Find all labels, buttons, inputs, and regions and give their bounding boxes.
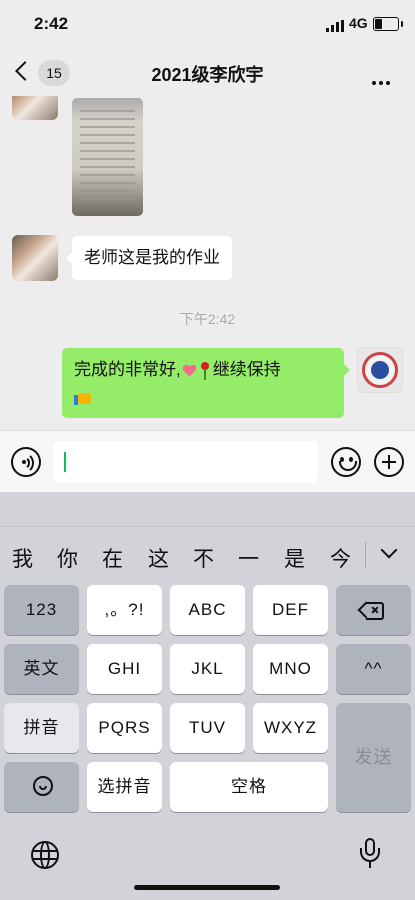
chat-area[interactable]: 老师这是我的作业 下午2:42 完成的非常好, 继续保持 — [0, 96, 415, 430]
key-punctuation[interactable]: ,。?! — [87, 585, 162, 635]
homework-photo[interactable] — [72, 98, 143, 216]
globe-icon[interactable] — [31, 841, 59, 869]
contact-avatar[interactable] — [12, 235, 58, 281]
candidate-word[interactable]: 这 — [148, 543, 169, 573]
thumbs-up-emoji-icon — [74, 389, 92, 405]
key-numbers[interactable]: 123 — [4, 585, 79, 635]
key-tuv[interactable]: TUV — [170, 703, 245, 753]
status-time: 2:42 — [34, 14, 69, 33]
sent-message[interactable]: 完成的非常好, 继续保持 — [62, 348, 350, 418]
backspace-icon — [357, 601, 384, 620]
key-select-pinyin[interactable]: 选拼音 — [87, 762, 162, 812]
key-mno[interactable]: MNO — [253, 644, 328, 694]
key-pinyin[interactable]: 拼音 — [4, 703, 79, 753]
my-avatar[interactable] — [357, 347, 403, 393]
sent-message-text-2: 继续保持 — [212, 360, 281, 379]
received-message-text: 老师这是我的作业 — [84, 248, 220, 267]
text-caret — [64, 452, 66, 472]
space-key[interactable]: 空格 — [170, 762, 328, 812]
sent-message-text: 完成的非常好, — [74, 360, 181, 379]
candidate-word[interactable]: 今天 — [330, 543, 365, 578]
candidate-word[interactable]: 在 — [102, 543, 123, 573]
candidate-word[interactable]: 不 — [193, 543, 214, 573]
unread-count-badge: 15 — [38, 60, 70, 86]
chevron-left-icon — [15, 61, 35, 81]
contact-avatar[interactable] — [12, 96, 58, 120]
emoji-icon[interactable] — [331, 447, 361, 477]
candidate-bar: 我 你 在 这 不 一 是 今天 — [0, 534, 365, 578]
keyboard: 我 你 在 这 不 一 是 今天 — [0, 492, 415, 900]
message-input[interactable] — [53, 441, 318, 483]
back-button[interactable]: 15 — [15, 60, 72, 86]
heart-emoji-icon — [183, 365, 196, 377]
chat-header: 15 2021级李欣宇 — [0, 50, 415, 96]
smile-icon — [33, 776, 53, 796]
home-indicator[interactable] — [134, 885, 280, 890]
chat-title: 2021级李欣宇 — [151, 65, 264, 85]
key-english[interactable]: 英文 — [4, 644, 79, 694]
microphone-icon[interactable] — [359, 838, 381, 870]
key-ghi[interactable]: GHI — [87, 644, 162, 694]
key-wxyz[interactable]: WXYZ — [253, 703, 328, 753]
message-timestamp: 下午2:42 — [179, 311, 236, 327]
rose-emoji-icon — [200, 361, 210, 380]
network-type: 4G — [349, 15, 368, 31]
received-message[interactable]: 老师这是我的作业 — [66, 236, 232, 280]
key-emoticon[interactable]: ^^ — [336, 644, 411, 694]
more-options-icon[interactable] — [372, 72, 393, 90]
delete-key[interactable] — [336, 585, 411, 635]
expand-candidates-icon[interactable] — [380, 541, 398, 559]
candidate-word[interactable]: 一 — [238, 543, 259, 573]
emoji-keyboard-key[interactable] — [4, 762, 79, 812]
send-button[interactable]: 发送 — [336, 703, 411, 812]
input-bar — [0, 430, 415, 493]
key-def[interactable]: DEF — [253, 585, 328, 635]
signal-icon — [326, 20, 344, 32]
key-jkl[interactable]: JKL — [170, 644, 245, 694]
battery-level — [375, 19, 382, 29]
key-abc[interactable]: ABC — [170, 585, 245, 635]
plus-icon[interactable] — [374, 447, 404, 477]
candidate-word[interactable]: 我 — [12, 543, 33, 573]
battery-icon — [373, 17, 403, 31]
voice-input-icon[interactable] — [11, 447, 41, 477]
candidate-word[interactable]: 你 — [57, 543, 78, 573]
candidate-word[interactable]: 是 — [284, 543, 305, 573]
status-bar: 2:42 4G — [0, 0, 415, 50]
key-pqrs[interactable]: PQRS — [87, 703, 162, 753]
